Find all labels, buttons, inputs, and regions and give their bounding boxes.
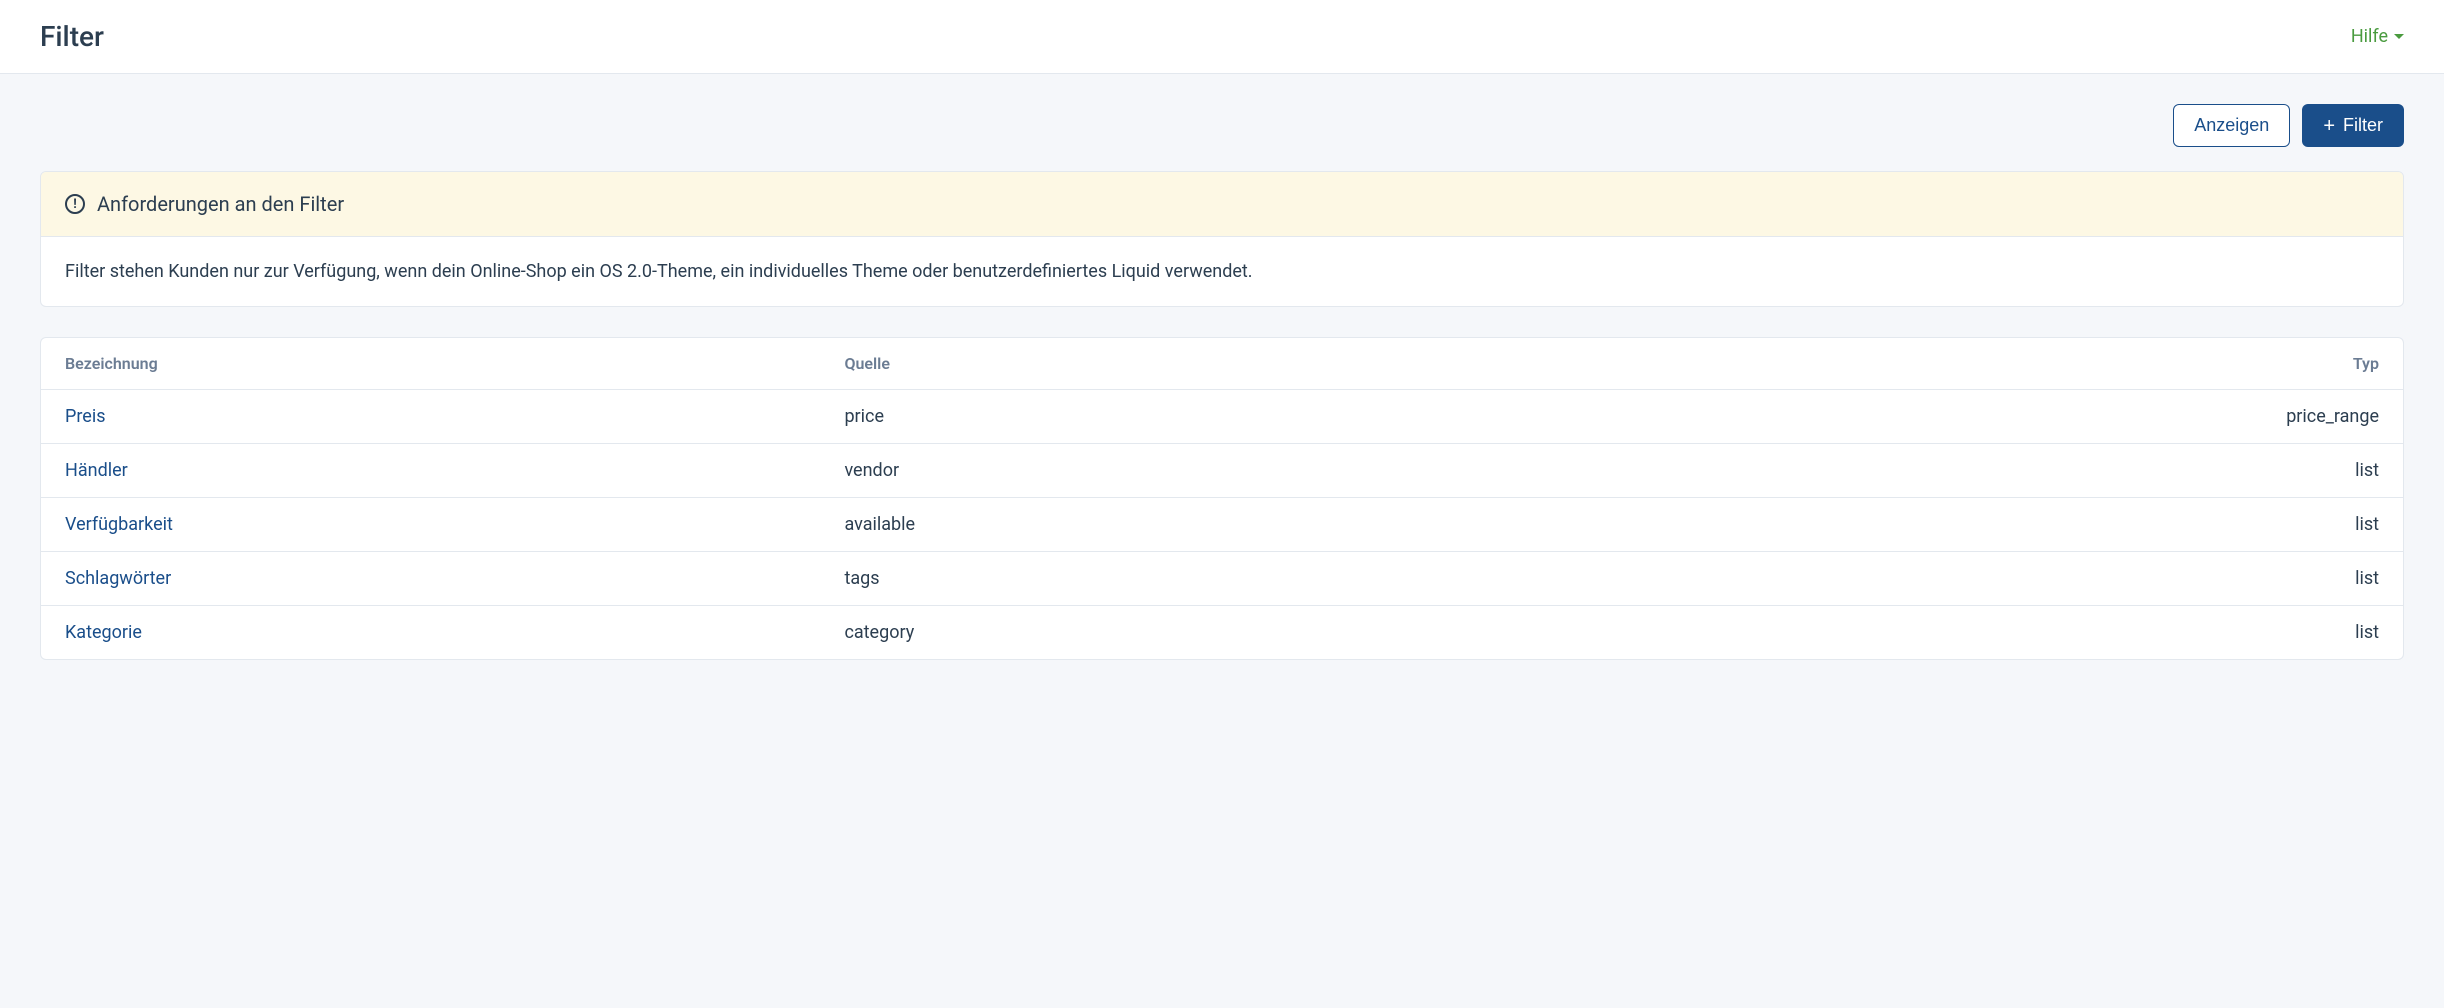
table-row: Verfügbarkeit availablelist — [41, 498, 2403, 552]
filter-link[interactable]: Kategorie — [65, 622, 142, 643]
table-row: Schlagwörter tagslist — [41, 552, 2403, 606]
cell-label: Preis — [41, 390, 820, 444]
col-header-type: Typ — [1931, 338, 2403, 390]
requirements-card-header: ! Anforderungen an den Filter — [41, 172, 2403, 237]
cell-type: price_range — [1931, 390, 2403, 444]
cell-type: list — [1931, 498, 2403, 552]
view-button[interactable]: Anzeigen — [2173, 104, 2290, 147]
info-icon: ! — [65, 194, 85, 214]
page-title: Filter — [40, 20, 104, 53]
filters-table: Bezeichnung Quelle Typ Preis priceprice_r… — [41, 338, 2403, 659]
cell-label: Händler — [41, 444, 820, 498]
cell-type: list — [1931, 606, 2403, 660]
filter-link[interactable]: Verfügbarkeit — [65, 514, 173, 535]
cell-label: Kategorie — [41, 606, 820, 660]
content-area: Anzeigen + Filter ! Anforderungen an den… — [0, 74, 2444, 690]
table-row: Preis priceprice_range — [41, 390, 2403, 444]
cell-source: tags — [820, 552, 1930, 606]
help-dropdown[interactable]: Hilfe — [2351, 26, 2404, 47]
requirements-card: ! Anforderungen an den Filter Filter ste… — [40, 171, 2404, 307]
cell-type: list — [1931, 444, 2403, 498]
filter-link[interactable]: Preis — [65, 406, 106, 427]
action-row: Anzeigen + Filter — [40, 104, 2404, 147]
cell-source: vendor — [820, 444, 1930, 498]
cell-source: category — [820, 606, 1930, 660]
chevron-down-icon — [2394, 34, 2404, 39]
requirements-body: Filter stehen Kunden nur zur Verfügung, … — [41, 237, 2403, 306]
help-label: Hilfe — [2351, 26, 2388, 47]
table-row: Kategorie categorylist — [41, 606, 2403, 660]
requirements-heading: Anforderungen an den Filter — [97, 192, 344, 216]
plus-icon: + — [2323, 116, 2335, 136]
add-filter-button[interactable]: + Filter — [2302, 104, 2404, 147]
col-header-source: Quelle — [820, 338, 1930, 390]
page-header: Filter Hilfe — [0, 0, 2444, 74]
col-header-label: Bezeichnung — [41, 338, 820, 390]
cell-label: Verfügbarkeit — [41, 498, 820, 552]
filters-table-card: Bezeichnung Quelle Typ Preis priceprice_r… — [40, 337, 2404, 660]
cell-label: Schlagwörter — [41, 552, 820, 606]
cell-source: available — [820, 498, 1930, 552]
table-row: Händler vendorlist — [41, 444, 2403, 498]
cell-source: price — [820, 390, 1930, 444]
filter-link[interactable]: Händler — [65, 460, 128, 481]
filter-link[interactable]: Schlagwörter — [65, 568, 171, 589]
cell-type: list — [1931, 552, 2403, 606]
